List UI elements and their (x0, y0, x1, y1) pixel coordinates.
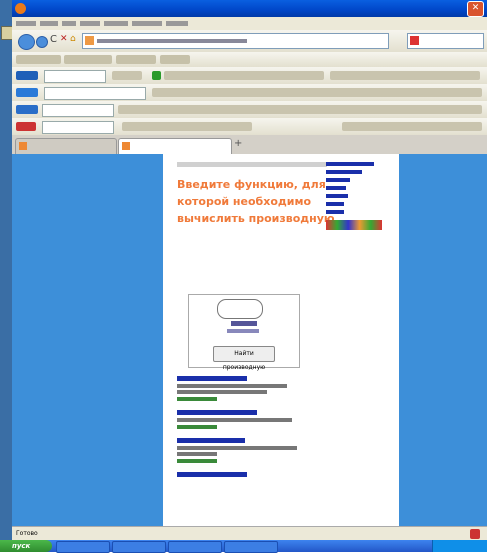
toolbar-links[interactable] (122, 122, 252, 131)
close-button[interactable]: ✕ (467, 1, 484, 17)
share-icons[interactable] (326, 220, 382, 230)
system-tray (432, 540, 487, 552)
find-derivative-button[interactable]: Найти производную (213, 346, 275, 371)
ad-text (177, 446, 297, 450)
portal-logo-icon[interactable] (16, 105, 38, 114)
toolbar-links[interactable] (342, 122, 482, 131)
toolbar-extras (12, 118, 487, 136)
ad-url[interactable] (177, 425, 217, 429)
tab-bar: + (12, 135, 487, 155)
browser-window: ✕ C ✕ ⌂ + Введите функцию, для которой н… (12, 0, 487, 541)
extras-logo-icon[interactable] (16, 122, 36, 131)
reload-icon[interactable]: C (50, 34, 57, 45)
taskbar: пуск (0, 540, 487, 553)
address-bar[interactable] (82, 33, 389, 49)
ad-url[interactable] (177, 397, 217, 401)
sidebar-link[interactable] (326, 210, 344, 214)
search-engine-icon (410, 36, 419, 45)
menu-item[interactable] (166, 21, 188, 26)
taskbar-button[interactable] (112, 541, 166, 553)
ad-text (177, 418, 292, 422)
sidebar-link[interactable] (326, 194, 348, 198)
bookmark[interactable] (16, 55, 61, 64)
ad-url[interactable] (177, 459, 217, 463)
bookmark[interactable] (160, 55, 190, 64)
search-logo-icon[interactable] (16, 88, 38, 97)
toolbar-button[interactable] (112, 71, 142, 80)
toolbar-search-field[interactable] (42, 104, 114, 117)
ad-link[interactable] (177, 438, 245, 443)
function-example (227, 329, 259, 333)
toolbar-mail (12, 67, 487, 85)
toolbar-search (12, 84, 487, 102)
navigation-toolbar: C ✕ ⌂ (12, 30, 487, 53)
mail-logo-icon[interactable] (16, 71, 38, 80)
toolbar-portal (12, 101, 487, 119)
function-label (231, 321, 257, 326)
bookmark[interactable] (64, 55, 112, 64)
menu-item[interactable] (104, 21, 128, 26)
ad-link[interactable] (177, 472, 247, 477)
toolbar-search-field[interactable] (44, 70, 106, 83)
ad-link[interactable] (177, 410, 257, 415)
address-text (97, 39, 247, 43)
menu-item[interactable] (16, 21, 36, 26)
toolbar-links[interactable] (330, 71, 480, 80)
taskbar-button[interactable] (224, 541, 278, 553)
toolbar-search-field[interactable] (44, 87, 146, 100)
new-tab-icon[interactable]: + (234, 138, 242, 149)
tab-favicon (122, 142, 130, 150)
ad-link[interactable] (177, 376, 247, 381)
page-headline: Введите функцию, для которой необходимо … (177, 178, 335, 225)
taskbar-button[interactable] (168, 541, 222, 553)
site-favicon (85, 36, 94, 45)
title-bar[interactable]: ✕ (12, 0, 487, 17)
menu-item[interactable] (40, 21, 58, 26)
ad-text (177, 452, 217, 456)
status-text: Готово (16, 530, 38, 537)
toolbar-links[interactable] (152, 88, 482, 97)
stop-icon[interactable]: ✕ (60, 34, 68, 44)
firefox-icon (15, 3, 26, 14)
page-content: Введите функцию, для которой необходимо … (12, 154, 487, 526)
taskbar-button[interactable] (56, 541, 110, 553)
forward-button[interactable] (36, 36, 48, 48)
tab-active[interactable] (118, 138, 232, 154)
start-button[interactable]: пуск (0, 540, 52, 552)
toolbar-search-field[interactable] (42, 121, 114, 134)
menu-item[interactable] (132, 21, 162, 26)
menu-item[interactable] (80, 21, 100, 26)
toolbar-icon[interactable] (152, 71, 161, 80)
ad-text (177, 390, 267, 394)
top-note (177, 162, 327, 167)
sidebar-link[interactable] (326, 178, 350, 182)
sidebar-link[interactable] (326, 186, 346, 190)
derivative-widget: Найти производную (188, 294, 300, 371)
bookmarks-toolbar (12, 52, 487, 68)
tab-inactive[interactable] (15, 138, 117, 154)
function-input[interactable] (217, 299, 263, 319)
tab-favicon (19, 142, 27, 150)
menu-item[interactable] (62, 21, 76, 26)
home-icon[interactable]: ⌂ (70, 34, 76, 44)
toolbar-links[interactable] (164, 71, 324, 80)
status-bar: Готово (12, 526, 487, 541)
search-input[interactable] (407, 33, 484, 49)
sidebar-link[interactable] (326, 202, 344, 206)
status-icon[interactable] (470, 529, 480, 539)
back-button[interactable] (18, 34, 35, 50)
sidebar-link[interactable] (326, 170, 362, 174)
menu-bar (12, 17, 487, 30)
bookmark[interactable] (116, 55, 156, 64)
sidebar-link[interactable] (326, 162, 374, 166)
ad-text (177, 384, 287, 388)
toolbar-links[interactable] (118, 105, 482, 114)
page-column: Введите функцию, для которой необходимо … (163, 154, 399, 526)
desktop-strip (0, 0, 13, 540)
